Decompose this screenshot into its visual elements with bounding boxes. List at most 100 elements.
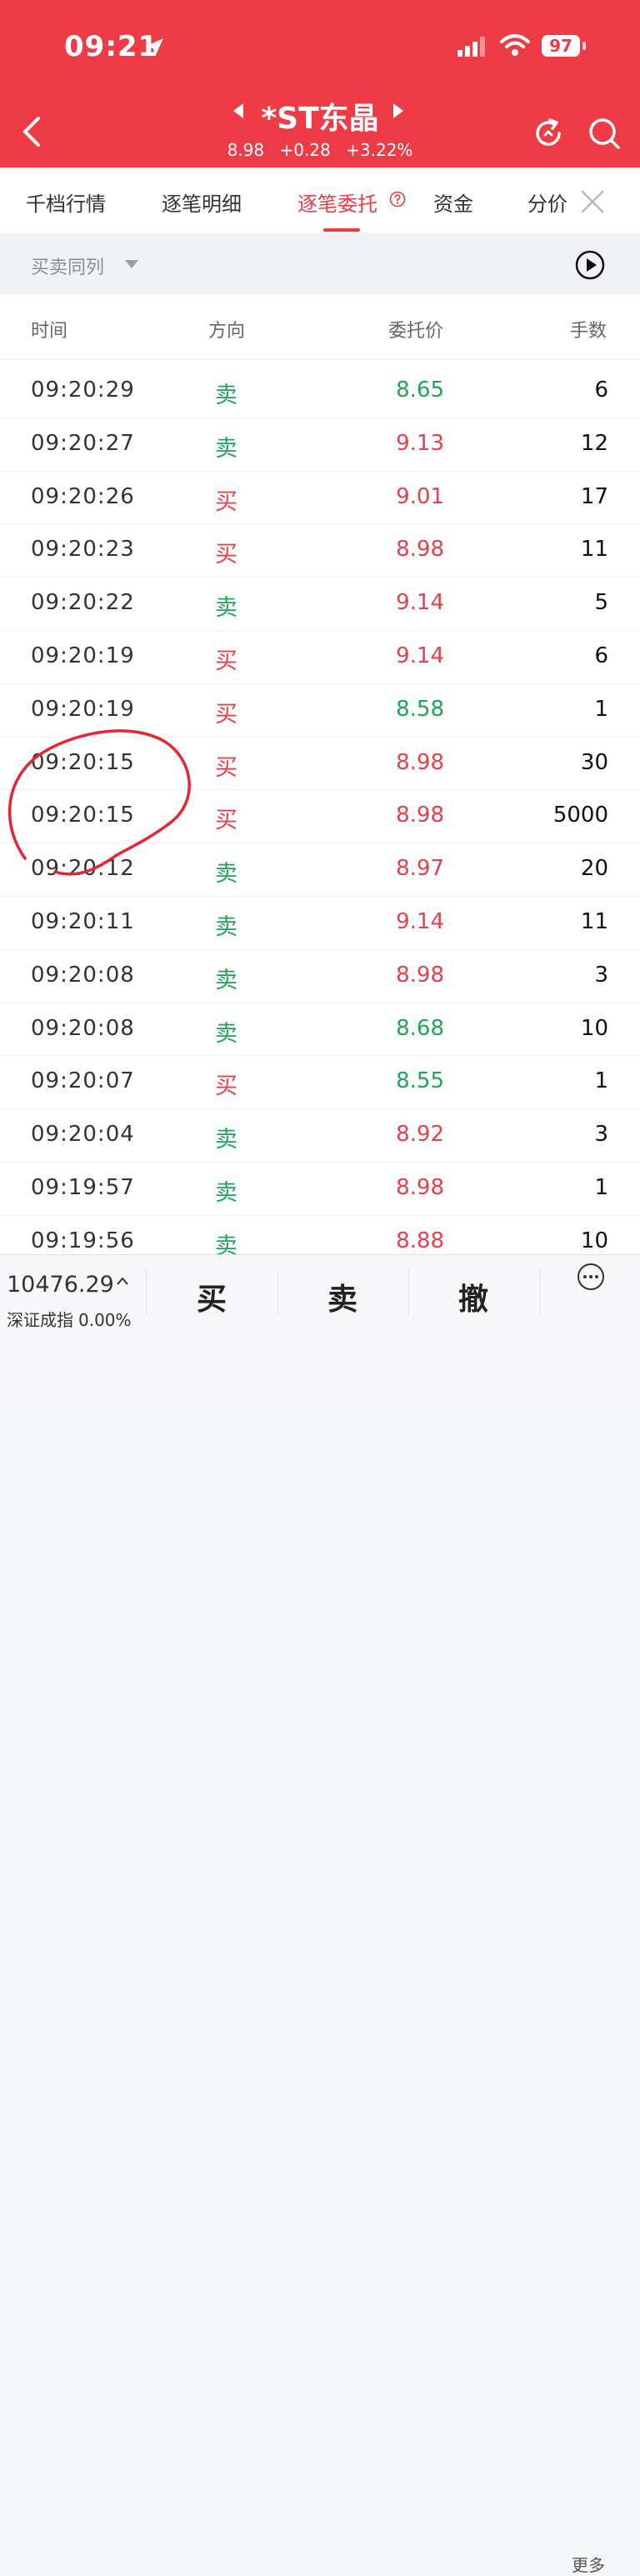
index-name[interactable]: 深证成指 0.00% — [7, 1307, 132, 1331]
active-tab-underline — [323, 228, 360, 232]
divider — [408, 1268, 409, 1315]
sell-button[interactable]: 卖 — [328, 1275, 358, 1318]
order-price: 8.92 — [396, 1122, 444, 1148]
order-price: 8.97 — [396, 856, 444, 882]
table-row: 09:20:15 买 8.98 30 — [0, 738, 640, 791]
order-price: 8.88 — [396, 1228, 444, 1253]
table-row: 09:20:22 卖 9.14 5 — [0, 578, 640, 631]
table-row: 09:20:15 买 8.98 5000 — [0, 790, 640, 844]
order-time: 09:20:11 — [31, 908, 135, 934]
tab-tick-details[interactable]: 逐笔明细 — [162, 188, 242, 217]
order-time: 09:20:19 — [31, 696, 135, 722]
order-direction: 买 — [215, 701, 238, 728]
order-direction: 买 — [215, 488, 238, 515]
order-direction: 卖 — [215, 435, 238, 462]
table-row: 09:19:57 卖 8.98 1 — [0, 1163, 640, 1216]
order-time: 09:20:08 — [31, 962, 135, 988]
more-label[interactable]: 更多 — [572, 2552, 605, 2576]
order-price: 8.98 — [396, 962, 444, 988]
order-quantity: 5000 — [552, 803, 608, 828]
order-price: 8.98 — [396, 1174, 444, 1200]
order-time: 09:20:07 — [31, 1068, 135, 1094]
order-direction: 卖 — [215, 1127, 238, 1153]
tab-funds[interactable]: 资金 — [433, 188, 473, 217]
order-direction: 卖 — [215, 595, 238, 622]
order-time: 09:20:08 — [31, 1015, 135, 1041]
order-price: 9.01 — [396, 483, 444, 509]
help-icon[interactable] — [389, 191, 406, 208]
caret-down-icon[interactable] — [125, 260, 138, 268]
order-time: 09:19:56 — [31, 1228, 135, 1253]
order-time: 09:20:15 — [31, 803, 135, 828]
order-direction: 卖 — [215, 913, 238, 940]
order-quantity: 11 — [580, 908, 608, 934]
index-value[interactable]: 10476.29 — [7, 1272, 114, 1298]
filter-bar: 买卖同列 — [0, 233, 640, 294]
order-time: 09:20:15 — [31, 749, 135, 775]
battery-tip — [582, 42, 586, 50]
order-time: 09:20:12 — [31, 856, 135, 882]
order-quantity: 5 — [594, 590, 608, 616]
header-quantity: 手数 — [570, 321, 608, 342]
index-label: 深证成指 — [7, 1310, 73, 1330]
order-quantity: 1 — [594, 1174, 608, 1200]
stock-change: +0.28 — [279, 140, 331, 160]
header-time: 时间 — [31, 321, 68, 342]
order-price: 8.98 — [396, 749, 444, 775]
top-header: 09:21 97 *ST东晶 8.98 +0.28 +3.22% — [0, 0, 640, 168]
table-rows: 09:20:29 卖 8.65 6 09:20:27 卖 9.13 12 09:20:26 买 9.… — [0, 365, 640, 1254]
header-direction: 方向 — [208, 321, 246, 342]
stock-price: 8.98 — [227, 140, 265, 160]
order-price: 8.65 — [396, 378, 444, 403]
order-price: 8.58 — [396, 696, 444, 722]
order-time: 09:20:27 — [31, 430, 135, 456]
order-direction: 卖 — [215, 1020, 238, 1047]
order-quantity: 10 — [580, 1228, 608, 1253]
table-row: 09:20:19 买 8.58 1 — [0, 684, 640, 738]
cancel-order-button[interactable]: 撤 — [458, 1275, 488, 1318]
battery-indicator: 97 — [542, 35, 580, 57]
more-dots-icon[interactable] — [577, 1263, 605, 1291]
order-quantity: 20 — [580, 856, 608, 882]
tab-depth-quotes[interactable]: 千档行情 — [26, 188, 106, 217]
order-time: 09:20:26 — [31, 483, 135, 509]
refresh-icon[interactable] — [532, 117, 565, 150]
order-time: 09:20:29 — [31, 378, 135, 403]
buy-button[interactable]: 买 — [197, 1275, 227, 1318]
order-time: 09:19:57 — [31, 1174, 135, 1200]
table-row: 09:20:11 卖 9.14 11 — [0, 897, 640, 950]
tab-price-distribution[interactable]: 分价 — [528, 188, 568, 217]
order-table: 时间 方向 委托价 手数 09:20:29 卖 8.65 6 09:20:27 卖 9.13… — [0, 294, 640, 1254]
list-mode-dropdown[interactable]: 买卖同列 — [31, 253, 104, 279]
next-stock-arrow-icon[interactable] — [393, 103, 403, 118]
order-direction: 卖 — [215, 861, 238, 888]
order-quantity: 3 — [594, 962, 608, 988]
order-direction: 卖 — [215, 1233, 238, 1254]
order-quantity: 17 — [580, 483, 608, 509]
search-icon[interactable] — [588, 117, 621, 150]
play-icon[interactable] — [575, 250, 605, 280]
signal-icon — [458, 37, 485, 57]
order-quantity: 10 — [580, 1015, 608, 1041]
table-row: 09:20:04 卖 8.92 3 — [0, 1109, 640, 1163]
divider — [146, 1268, 147, 1315]
table-row: 09:20:08 卖 8.68 10 — [0, 1003, 640, 1057]
index-change: 0.00% — [78, 1310, 132, 1330]
order-time: 09:20:19 — [31, 643, 135, 668]
order-quantity: 1 — [594, 1068, 608, 1094]
previous-stock-arrow-icon[interactable] — [233, 103, 243, 118]
order-price: 9.13 — [396, 430, 444, 456]
tab-tick-orders[interactable]: 逐笔委托 — [298, 188, 378, 217]
table-header: 时间 方向 委托价 手数 — [0, 294, 640, 360]
close-icon[interactable] — [580, 189, 605, 214]
order-price: 9.14 — [396, 590, 444, 616]
order-price: 8.98 — [396, 803, 444, 828]
order-quantity: 6 — [594, 378, 608, 403]
order-direction: 买 — [215, 648, 238, 674]
order-time: 09:20:22 — [31, 590, 135, 616]
order-price: 9.14 — [396, 643, 444, 668]
header-price: 委托价 — [388, 321, 444, 342]
caret-up-icon[interactable] — [117, 1277, 128, 1285]
bottom-bar: 10476.29 深证成指 0.00% 买 卖 撤 更多 — [0, 1254, 640, 2575]
order-direction: 卖 — [215, 967, 238, 993]
